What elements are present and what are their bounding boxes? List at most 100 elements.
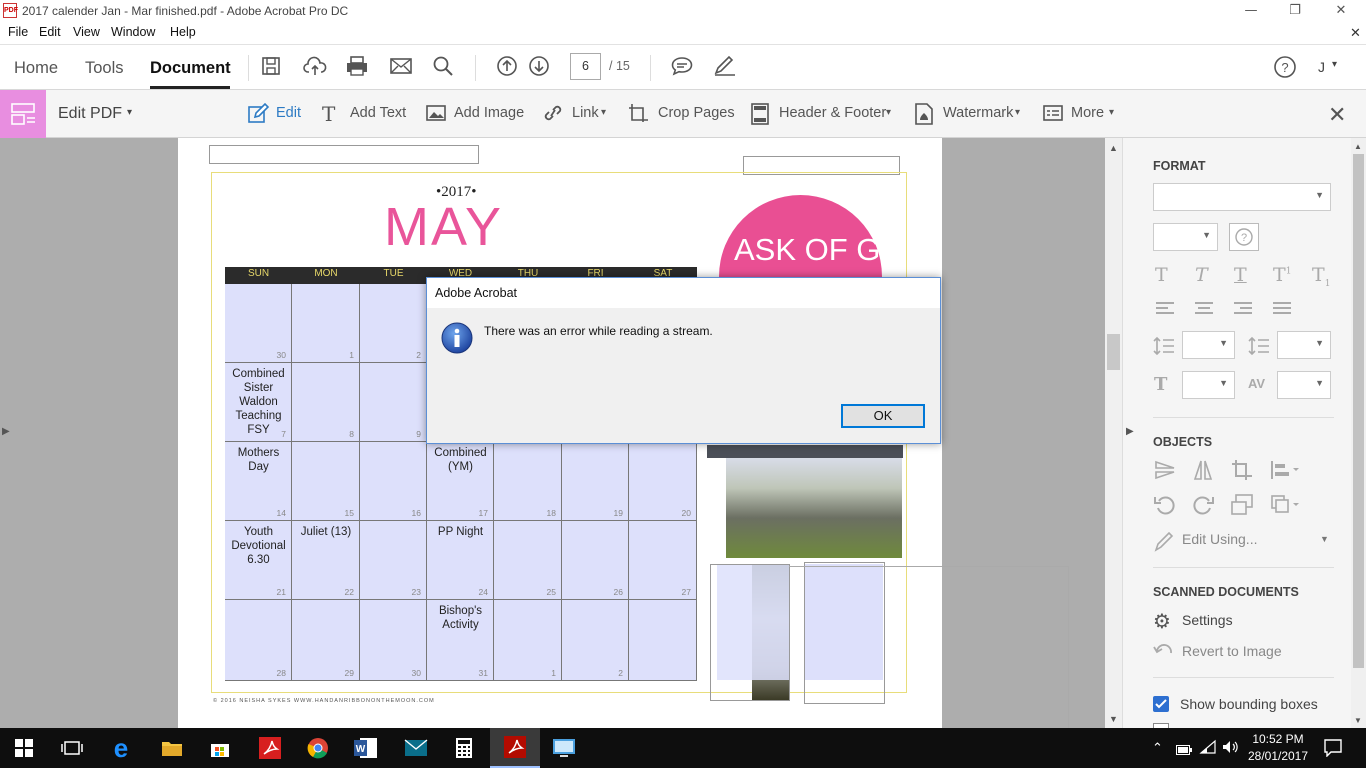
watermark-chevron-icon[interactable]: ▾ <box>1015 107 1020 118</box>
acrobat-pinned-icon[interactable] <box>246 730 294 766</box>
more-chevron-icon[interactable]: ▾ <box>1109 107 1114 118</box>
text-style-icon[interactable]: T <box>1155 264 1168 286</box>
edge-browser-icon[interactable]: e <box>97 730 145 766</box>
settings-gear-icon[interactable]: ⚙ <box>1153 609 1171 633</box>
more-icon[interactable] <box>1042 102 1064 130</box>
search-icon[interactable] <box>430 55 456 81</box>
align-objects-icon[interactable] <box>1269 458 1303 487</box>
rotate-left-icon[interactable] <box>1153 493 1177 522</box>
vertical-scrollbar[interactable]: ▲ ▼ <box>1105 138 1122 728</box>
tab-home[interactable]: Home <box>14 59 58 78</box>
add-text-button[interactable]: Add Text <box>350 105 406 121</box>
calendar-event[interactable]: Combined Sister Waldon Teaching FSY <box>227 367 290 437</box>
replace-image-icon[interactable] <box>1230 493 1254 522</box>
add-text-icon[interactable]: T <box>322 102 335 126</box>
justify-icon[interactable] <box>1272 301 1292 322</box>
rotate-right-icon[interactable] <box>1191 493 1215 522</box>
crop-icon[interactable] <box>1230 458 1254 487</box>
link-icon[interactable] <box>541 102 565 130</box>
scroll-thumb[interactable] <box>1107 334 1120 370</box>
word-icon[interactable]: W <box>342 730 390 766</box>
calendar-event[interactable]: Mothers Day <box>227 446 290 474</box>
file-explorer-icon[interactable] <box>148 730 196 766</box>
header-footer-icon[interactable] <box>750 102 770 132</box>
cloud-upload-icon[interactable] <box>302 55 328 81</box>
calendar-event[interactable]: Youth Devotional 6.30 <box>227 525 290 567</box>
page-number-input[interactable]: 6 <box>570 53 601 80</box>
remote-desktop-icon[interactable] <box>540 730 588 766</box>
volume-icon[interactable] <box>1222 740 1238 759</box>
close-toolbar-icon[interactable]: ✕ <box>1328 102 1346 128</box>
underline-icon[interactable]: T <box>1234 264 1247 286</box>
restore-button[interactable]: ❐ <box>1272 0 1318 22</box>
panel-scrollbar[interactable]: ▲ ▼ <box>1351 138 1366 728</box>
settings-link[interactable]: Settings <box>1182 612 1233 628</box>
calendar-event[interactable]: Juliet (13) <box>294 525 358 539</box>
calendar-event[interactable]: Combined (YM) <box>429 446 492 474</box>
left-panel-toggle-icon[interactable]: ▶ <box>2 426 10 437</box>
next-page-icon[interactable] <box>526 55 552 81</box>
start-windows-icon[interactable] <box>0 730 48 766</box>
edit-button[interactable]: Edit <box>276 105 301 121</box>
scroll-up-icon[interactable]: ▲ <box>1109 143 1118 153</box>
character-spacing-dropdown[interactable]: ▼ <box>1277 371 1331 399</box>
email-icon[interactable] <box>388 55 414 81</box>
more-button[interactable]: More <box>1071 105 1104 121</box>
acrobat-active-task[interactable] <box>490 728 540 768</box>
previous-page-icon[interactable] <box>494 55 520 81</box>
error-dialog[interactable]: Adobe Acrobat There was an error while r… <box>426 277 941 444</box>
horizontal-scaling-dropdown[interactable]: ▼ <box>1182 371 1235 399</box>
font-help-icon[interactable]: ? <box>1229 223 1259 251</box>
crop-pages-icon[interactable] <box>627 102 651 132</box>
add-image-icon[interactable] <box>425 102 447 130</box>
link-chevron-icon[interactable]: ▾ <box>601 107 606 118</box>
text-bounding-box[interactable] <box>209 145 479 164</box>
edit-pdf-tool-icon[interactable] <box>0 90 46 138</box>
font-family-dropdown[interactable]: ▼ <box>1153 183 1331 211</box>
tab-document[interactable]: Document <box>150 59 231 78</box>
menu-file[interactable]: File <box>8 25 28 39</box>
flip-vertical-icon[interactable] <box>1153 458 1177 487</box>
close-window-button[interactable]: ✕ <box>1318 0 1364 22</box>
account-initial[interactable]: J <box>1318 59 1325 75</box>
superscript-icon[interactable]: T1 <box>1273 264 1291 286</box>
link-button[interactable]: Link <box>572 105 599 121</box>
calculator-icon[interactable] <box>440 730 488 766</box>
add-image-button[interactable]: Add Image <box>454 105 524 121</box>
scroll-down-icon[interactable]: ▼ <box>1109 714 1118 724</box>
edit-icon[interactable] <box>246 102 270 132</box>
mail-app-icon[interactable] <box>392 730 440 766</box>
account-chevron-icon[interactable]: ▾ <box>1332 59 1337 70</box>
calendar-event[interactable]: PP Night <box>429 525 492 539</box>
clock-time[interactable]: 10:52 PM <box>1245 732 1311 746</box>
italic-icon[interactable]: T <box>1195 264 1208 286</box>
watermark-button[interactable]: Watermark <box>943 105 1013 121</box>
tab-tools[interactable]: Tools <box>85 59 124 78</box>
watermark-icon[interactable] <box>914 102 934 132</box>
clock-date[interactable]: 28/01/2017 <box>1245 749 1311 763</box>
align-left-icon[interactable] <box>1155 301 1175 322</box>
minimize-button[interactable]: — <box>1228 0 1274 22</box>
wifi-icon[interactable] <box>1199 739 1217 760</box>
menu-view[interactable]: View <box>73 25 100 39</box>
notifications-icon[interactable] <box>1324 739 1342 762</box>
calendar-event[interactable]: Bishop's Activity <box>429 604 492 632</box>
store-icon[interactable] <box>196 730 244 766</box>
ok-button[interactable]: OK <box>841 404 925 428</box>
sign-pen-icon[interactable] <box>712 55 738 81</box>
revert-to-image-link[interactable]: Revert to Image <box>1182 643 1282 659</box>
image-bounding-box[interactable] <box>789 566 1069 728</box>
align-right-icon[interactable] <box>1233 301 1253 322</box>
task-view-icon[interactable] <box>48 730 96 766</box>
panel-collapse-icon[interactable]: ▶ <box>1126 426 1134 437</box>
close-document-icon[interactable]: ✕ <box>1350 25 1361 41</box>
align-center-icon[interactable] <box>1194 301 1214 322</box>
help-icon[interactable]: ? <box>1272 55 1298 81</box>
paragraph-spacing-dropdown[interactable]: ▼ <box>1277 331 1331 359</box>
flip-horizontal-icon[interactable] <box>1191 458 1215 487</box>
header-footer-button[interactable]: Header & Footer <box>779 105 886 121</box>
battery-icon[interactable] <box>1176 742 1192 760</box>
edit-pdf-title[interactable]: Edit PDF <box>58 105 122 123</box>
arrange-objects-icon[interactable] <box>1269 493 1303 522</box>
crop-pages-button[interactable]: Crop Pages <box>658 105 735 121</box>
